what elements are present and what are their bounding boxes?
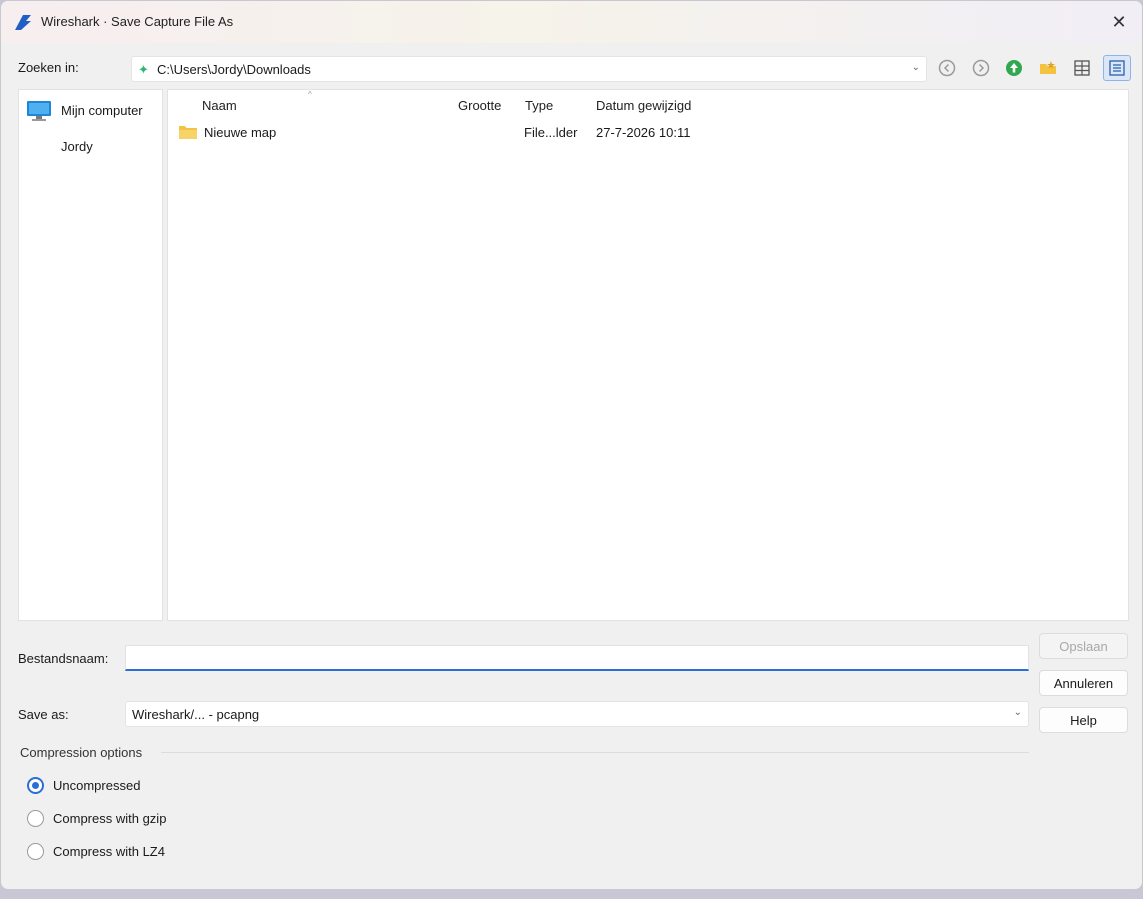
window-title: Wireshark · Save Capture File As (41, 14, 234, 29)
new-folder-icon (1040, 61, 1056, 74)
file-name-cell: Nieuwe map (204, 125, 277, 140)
path-star-icon: ✦ (138, 62, 149, 77)
sidebar-item-label: Jordy (61, 139, 93, 154)
parent-folder-icon (1006, 60, 1022, 76)
table-row[interactable]: Nieuwe map File...lder 27-7-2026 10:11 (168, 120, 1128, 142)
list-view-icon (1074, 60, 1090, 76)
cancel-button[interactable]: Annuleren (1039, 670, 1128, 696)
save-capture-dialog: Wireshark · Save Capture File As ✕ Zoeke… (0, 0, 1143, 890)
column-header-name[interactable]: Naam (202, 98, 237, 113)
places-sidebar: Mijn computer Jordy (18, 89, 163, 621)
parent-folder-button[interactable] (1000, 55, 1028, 81)
sidebar-item-jordy[interactable]: Jordy (19, 132, 162, 160)
column-header-type[interactable]: Type (525, 98, 553, 113)
look-in-combobox[interactable]: ✦ C:\Users\Jordy\Downloads ⌄ (131, 56, 927, 82)
detail-view-button[interactable] (1103, 55, 1131, 81)
sort-ascending-icon: ^ (308, 90, 312, 99)
folder-icon (179, 126, 197, 139)
detail-view-icon (1109, 60, 1125, 76)
look-in-label: Zoeken in: (18, 60, 79, 75)
close-icon: ✕ (1111, 11, 1127, 32)
new-folder-button[interactable] (1034, 55, 1062, 81)
wireshark-fin-icon (15, 15, 31, 30)
forward-button[interactable] (967, 55, 995, 81)
group-divider (161, 752, 1029, 753)
computer-icon (27, 101, 51, 121)
save-as-value: Wireshark/... - pcapng (132, 707, 260, 722)
radio-checked-icon[interactable] (27, 777, 44, 794)
column-header-size[interactable]: Grootte (458, 98, 501, 113)
file-modified-cell: 27-7-2026 10:11 (596, 125, 691, 140)
file-type-cell: File...lder (524, 125, 578, 140)
save-as-label: Save as: (18, 707, 69, 722)
filename-input[interactable] (125, 645, 1029, 671)
back-button[interactable] (933, 55, 961, 81)
sidebar-item-label: Mijn computer (61, 103, 143, 118)
title-bar: Wireshark · Save Capture File As ✕ (1, 1, 1142, 43)
chevron-down-icon: ⌄ (911, 62, 920, 73)
sidebar-item-my-computer[interactable]: Mijn computer (19, 96, 162, 124)
radio-unchecked-icon[interactable] (27, 810, 44, 827)
save-as-combobox[interactable]: Wireshark/... - pcapng ⌄ (125, 701, 1029, 727)
back-icon (938, 59, 956, 77)
list-view-button[interactable] (1068, 55, 1096, 81)
file-list-view[interactable]: Naam ^ Grootte Type Datum gewijzigd Nieu… (167, 89, 1129, 621)
radio-label: Compress with gzip (53, 811, 167, 826)
column-header-modified[interactable]: Datum gewijzigd (596, 98, 691, 113)
chevron-down-icon: ⌄ (1013, 707, 1022, 718)
radio-unchecked-icon[interactable] (27, 843, 44, 860)
look-in-path: C:\Users\Jordy\Downloads (157, 62, 311, 77)
help-button[interactable]: Help (1039, 707, 1128, 733)
radio-label: Compress with LZ4 (53, 844, 165, 859)
save-button[interactable]: Opslaan (1039, 633, 1128, 659)
radio-label: Uncompressed (53, 778, 141, 793)
filename-label: Bestandsnaam: (18, 651, 109, 666)
close-button[interactable]: ✕ (1104, 8, 1134, 36)
forward-icon (972, 59, 990, 77)
compression-group-title: Compression options (20, 745, 143, 760)
